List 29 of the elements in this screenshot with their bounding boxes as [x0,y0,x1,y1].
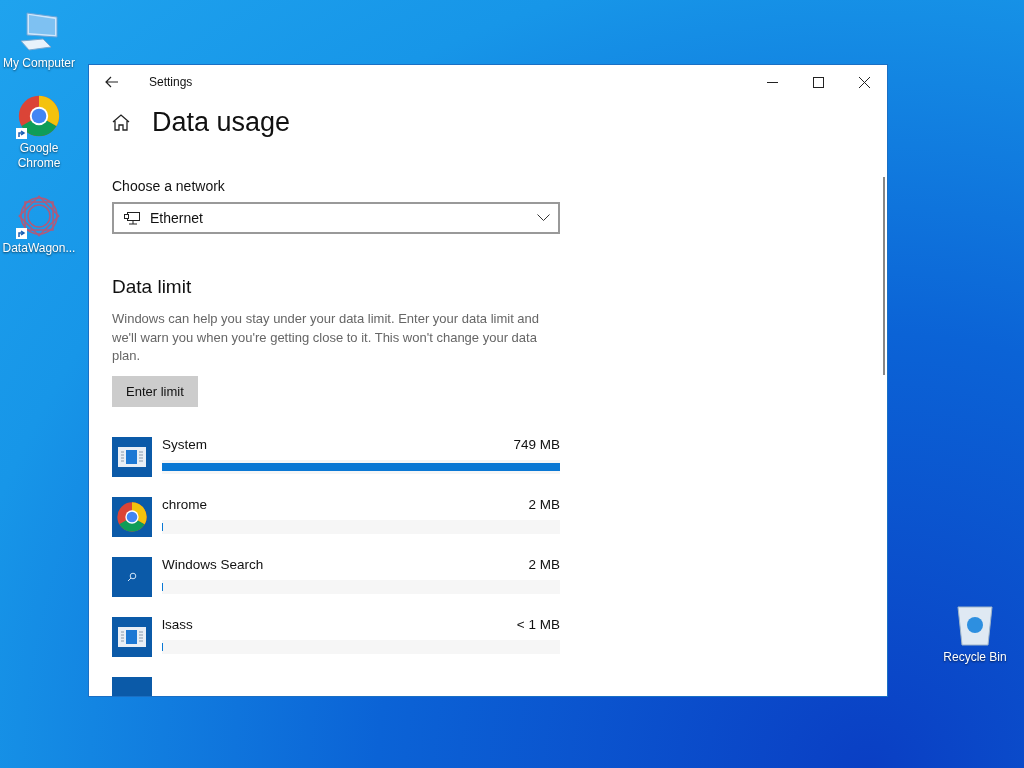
page-heading: Data usage [152,107,291,138]
desktop-icon-label[interactable]: Recycle Bin [943,650,1007,665]
section-title: Data limit [112,276,192,298]
recycle-bin-icon[interactable] [955,603,995,647]
app-name: lsass [162,616,193,632]
monitor-icon [124,211,140,225]
chevron-down-icon [537,214,550,222]
network-dropdown[interactable]: Ethernet [112,202,560,234]
app-tile-icon [112,436,152,477]
app-name: Windows Search [162,556,264,572]
back-arrow-icon [105,76,119,88]
close-icon [858,76,870,88]
home-icon[interactable] [112,114,130,131]
app-tile-icon [112,616,152,657]
maximize-icon [812,76,824,88]
window-title: Settings [149,75,193,89]
app-usage: 2 MB [528,496,560,512]
app-usage: < 1 MB [516,616,560,632]
app-usage: 2 MB [528,556,560,572]
enter-limit-button[interactable]: Enter limit [112,375,198,407]
app-usage: 749 MB [513,436,560,452]
app-tile-icon [112,556,152,597]
scrollbar[interactable] [883,177,885,375]
mandala-icon[interactable] [17,194,61,238]
chrome-icon [17,94,61,138]
description-text: Windows can help you stay under your data limit. Enter your data limit and we'll warn you when you're getting close to it. This won't change your data plan. [112,310,541,365]
app-name: System [162,436,207,452]
network-label: Choose a network [112,178,225,194]
app-name: chrome [162,496,207,512]
